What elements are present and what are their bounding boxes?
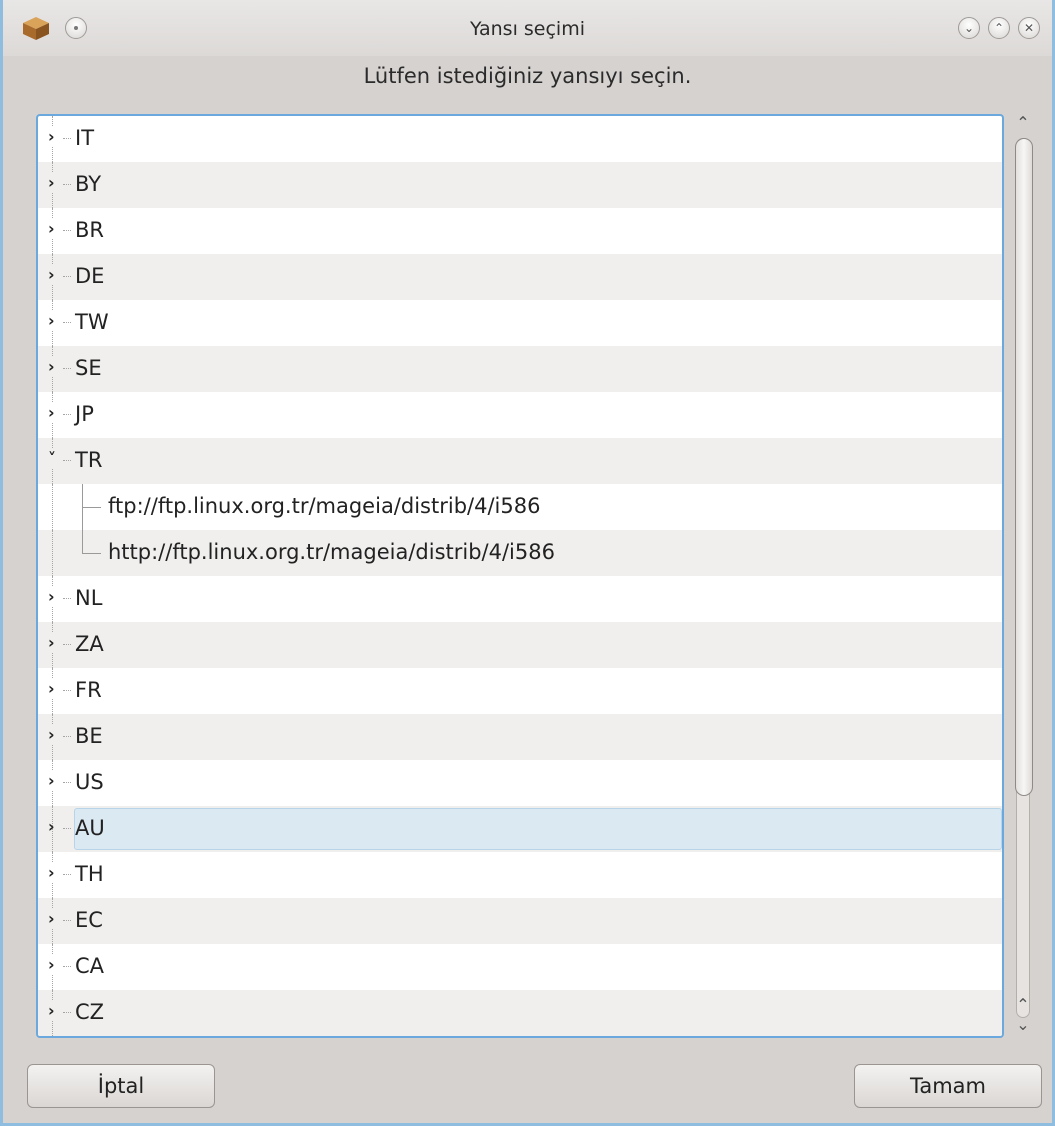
tree-connector bbox=[63, 598, 71, 599]
tree-item-it[interactable]: › IT bbox=[38, 116, 1002, 162]
tree-item-ca[interactable]: › CA bbox=[38, 944, 1002, 990]
tree-item-label: FR bbox=[75, 678, 102, 702]
tree-item-label: http://ftp.linux.org.tr/mageia/distrib/4… bbox=[108, 540, 555, 564]
tree-connector bbox=[63, 276, 71, 277]
tree-item-label: EC bbox=[75, 908, 103, 932]
tree-connector bbox=[63, 920, 71, 921]
tree-item-fr[interactable]: › FR bbox=[38, 668, 1002, 714]
collapse-arrow-icon[interactable]: ˅ bbox=[48, 449, 56, 468]
scroll-thumb[interactable] bbox=[1015, 138, 1033, 796]
tree-connector bbox=[63, 184, 71, 185]
tree-branch-line bbox=[82, 484, 101, 508]
tree-branch-line bbox=[82, 507, 83, 530]
tree-item-th[interactable]: › TH bbox=[38, 852, 1002, 898]
tree-item-tw[interactable]: › TW bbox=[38, 300, 1002, 346]
expand-arrow-icon[interactable]: › bbox=[48, 403, 55, 422]
expand-arrow-icon[interactable]: › bbox=[48, 1001, 55, 1020]
tree-item-cz[interactable]: › CZ bbox=[38, 990, 1002, 1036]
tree-item-za[interactable]: › ZA bbox=[38, 622, 1002, 668]
cancel-button[interactable]: İptal bbox=[27, 1064, 215, 1108]
tree-item-us[interactable]: › US bbox=[38, 760, 1002, 806]
expand-arrow-icon[interactable]: › bbox=[48, 219, 55, 238]
tree-connector bbox=[63, 322, 71, 323]
tree-item-be[interactable]: › BE bbox=[38, 714, 1002, 760]
tree-item-label: US bbox=[75, 770, 104, 794]
expand-arrow-icon[interactable]: › bbox=[48, 863, 55, 882]
vertical-scrollbar[interactable]: ⌃ ⌃ ⌄ bbox=[1008, 112, 1038, 1040]
window-title: Yansı seçimi bbox=[470, 18, 585, 40]
tree-item-label: TR bbox=[75, 448, 103, 472]
expand-arrow-icon[interactable]: › bbox=[48, 679, 55, 698]
expand-arrow-icon[interactable]: › bbox=[48, 955, 55, 974]
tree-connector bbox=[63, 966, 71, 967]
expand-arrow-icon[interactable]: › bbox=[48, 633, 55, 652]
tree-item-au[interactable]: › AU bbox=[38, 806, 1002, 852]
expand-arrow-icon[interactable]: › bbox=[48, 357, 55, 376]
scroll-up-small-icon[interactable]: ⌃ bbox=[1008, 994, 1038, 1016]
tree-item-label: TH bbox=[75, 862, 104, 886]
tree-item-jp[interactable]: › JP bbox=[38, 392, 1002, 438]
expand-arrow-icon[interactable]: › bbox=[48, 771, 55, 790]
mirror-tree-list[interactable]: › IT › BY › BR › DE › TW › SE › JP ˅ TR ftp://ftp.linux.… bbox=[36, 114, 1004, 1038]
close-icon[interactable]: ✕ bbox=[1018, 17, 1040, 39]
tree-connector bbox=[63, 644, 71, 645]
expand-arrow-icon[interactable]: › bbox=[48, 817, 55, 836]
titlebar[interactable]: Yansı seçimi ⌄ ⌃ ✕ bbox=[3, 0, 1052, 56]
tree-item-de[interactable]: › DE bbox=[38, 254, 1002, 300]
tree-item-se[interactable]: › SE bbox=[38, 346, 1002, 392]
tree-item-by[interactable]: › BY bbox=[38, 162, 1002, 208]
expand-arrow-icon[interactable]: › bbox=[48, 909, 55, 928]
tree-connector bbox=[63, 138, 71, 139]
maximize-icon[interactable]: ⌃ bbox=[988, 17, 1010, 39]
expand-arrow-icon[interactable]: › bbox=[48, 127, 55, 146]
expand-arrow-icon[interactable]: › bbox=[48, 265, 55, 284]
tree-item-label: CA bbox=[75, 954, 105, 978]
tree-item-label: SE bbox=[75, 356, 102, 380]
tree-child-item[interactable]: http://ftp.linux.org.tr/mageia/distrib/4… bbox=[38, 530, 1002, 576]
expand-arrow-icon[interactable]: › bbox=[48, 725, 55, 744]
tree-item-label: CZ bbox=[75, 1000, 105, 1024]
tree-item-label: NL bbox=[75, 586, 103, 610]
tree-connector bbox=[63, 782, 71, 783]
tree-guide-line bbox=[52, 484, 53, 530]
tree-connector bbox=[63, 736, 71, 737]
tree-connector bbox=[63, 874, 71, 875]
tree-item-label: BE bbox=[75, 724, 103, 748]
tree-connector bbox=[63, 828, 71, 829]
tree-item-label: ftp://ftp.linux.org.tr/mageia/distrib/4/… bbox=[108, 494, 541, 518]
instruction-text: Lütfen istediğiniz yansıyı seçin. bbox=[363, 64, 692, 88]
tree-connector bbox=[63, 690, 71, 691]
tree-item-label: TW bbox=[75, 310, 109, 334]
tree-connector bbox=[63, 230, 71, 231]
tree-item-label: IT bbox=[75, 126, 95, 150]
ok-button[interactable]: Tamam bbox=[854, 1064, 1042, 1108]
selection-highlight bbox=[74, 808, 1002, 850]
scroll-down-icon[interactable]: ⌄ bbox=[1008, 1014, 1038, 1036]
expand-arrow-icon[interactable]: › bbox=[48, 311, 55, 330]
tree-connector bbox=[63, 460, 71, 461]
tree-item-br[interactable]: › BR bbox=[38, 208, 1002, 254]
tree-connector bbox=[63, 1012, 71, 1013]
tree-item-label: BY bbox=[75, 172, 102, 196]
tree-item-ec[interactable]: › EC bbox=[38, 898, 1002, 944]
expand-arrow-icon[interactable]: › bbox=[48, 587, 55, 606]
expand-arrow-icon[interactable]: › bbox=[48, 173, 55, 192]
tree-guide-line bbox=[52, 530, 53, 576]
tree-item-label: JP bbox=[75, 402, 94, 426]
tree-child-item[interactable]: ftp://ftp.linux.org.tr/mageia/distrib/4/… bbox=[38, 484, 1002, 530]
tree-item-label: AU bbox=[75, 816, 105, 840]
tree-connector bbox=[63, 414, 71, 415]
minimize-icon[interactable]: ⌄ bbox=[958, 17, 980, 39]
tree-item-label: DE bbox=[75, 264, 105, 288]
tree-connector bbox=[63, 368, 71, 369]
tree-item-nl[interactable]: › NL bbox=[38, 576, 1002, 622]
tree-item-tr[interactable]: ˅ TR bbox=[38, 438, 1002, 484]
tree-item-label: ZA bbox=[75, 632, 104, 656]
tree-branch-line bbox=[82, 530, 101, 554]
mirror-selection-window: Yansı seçimi ⌄ ⌃ ✕ Lütfen istediğiniz ya… bbox=[0, 0, 1055, 1126]
tree-item-label: BR bbox=[75, 218, 104, 242]
scroll-up-icon[interactable]: ⌃ bbox=[1008, 112, 1038, 134]
